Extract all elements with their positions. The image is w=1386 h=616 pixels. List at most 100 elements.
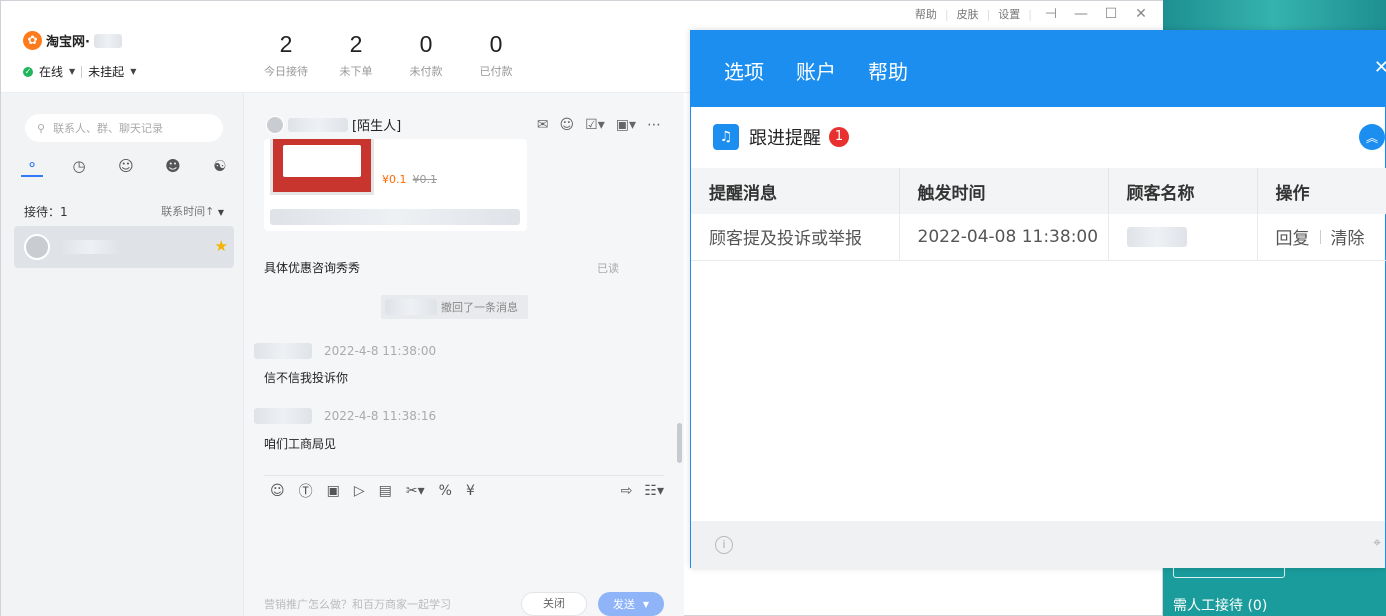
pin-icon[interactable]: ⌖: [1373, 535, 1381, 551]
stat-not-ordered[interactable]: 2 未下单: [321, 31, 391, 79]
col-time: 触发时间: [899, 168, 1109, 214]
contacts-panel: ⚲ 联系人、群、聊天记录 ⚬ ◷ ☺ ☻ ☯ 接待：1 联系时间↑ ▼ ★: [1, 93, 244, 616]
contact-item[interactable]: ★: [14, 226, 234, 268]
reminder-badge: 1: [829, 127, 849, 147]
avatar: [24, 234, 50, 260]
clear-button[interactable]: 清除: [1331, 224, 1365, 249]
status-dropdown[interactable]: 在线: [39, 63, 63, 80]
row-actions: 回复 清除: [1276, 224, 1386, 249]
caret-down-icon[interactable]: ▼: [69, 67, 75, 76]
close-icon[interactable]: ✕: [1374, 57, 1386, 78]
coupon-icon[interactable]: ¥: [466, 483, 475, 499]
sort-label: 联系时间↑: [161, 205, 215, 218]
transfer-icon[interactable]: ⇨: [621, 483, 633, 499]
follow-up-dialog: 选项 账户 帮助 ✕ ♫ 跟进提醒 1 ︽ 提醒消息 触发时间 顾客名称 操作 …: [690, 30, 1386, 568]
blurred-contact-name: [60, 240, 120, 254]
message-meta: 2022-4-8 11:38:00: [254, 343, 436, 359]
star-icon[interactable]: ★: [215, 237, 228, 255]
reminder-message: 顾客提及投诉或举报: [691, 214, 900, 261]
reminder-table: 提醒消息 触发时间 顾客名称 操作 顾客提及投诉或举报 2022-04-08 1…: [691, 168, 1386, 261]
price-current: ¥0.1: [382, 173, 407, 186]
clock-icon[interactable]: ◷: [68, 155, 90, 177]
reception-row: 接待：1 联系时间↑ ▼: [24, 203, 224, 220]
stat-value: 2: [279, 31, 293, 57]
text-format-icon[interactable]: Ⓣ: [299, 481, 313, 501]
chevron-down-icon[interactable]: ▼: [643, 600, 649, 609]
minimize-icon[interactable]: —: [1070, 6, 1092, 22]
reminder-title: 跟进提醒: [749, 128, 821, 149]
table-header-row: 提醒消息 触发时间 顾客名称 操作: [691, 168, 1386, 214]
person-icon[interactable]: ☺: [115, 155, 137, 177]
image-icon[interactable]: ▣: [327, 483, 340, 499]
more-icon[interactable]: ⋯: [647, 117, 661, 133]
manual-reception-label: 需人工接待 (0): [1173, 598, 1268, 614]
stat-paid[interactable]: 0 已付款: [461, 31, 531, 79]
table-row: 顾客提及投诉或举报 2022-04-08 11:38:00 回复 清除: [691, 214, 1386, 261]
quick-reply-icon[interactable]: ✉: [537, 117, 549, 133]
brand-name: 淘宝网·: [46, 35, 90, 50]
sort-dropdown[interactable]: 联系时间↑ ▼: [161, 203, 224, 220]
pin-icon[interactable]: ⊣: [1040, 6, 1062, 22]
divider: [81, 65, 83, 78]
product-card[interactable]: ¥0.1 ¥0.1: [264, 139, 527, 231]
menu-account[interactable]: 账户: [796, 56, 836, 85]
brand: ✿ 淘宝网·: [23, 31, 122, 50]
stat-value: 0: [419, 31, 433, 57]
dialog-menu: 选项 账户 帮助: [724, 56, 908, 85]
skin-link[interactable]: 皮肤: [957, 6, 979, 22]
info-icon[interactable]: i: [715, 536, 733, 554]
promo-tip[interactable]: 营销推广怎么做？和百万商家一起学习: [264, 596, 451, 612]
divider: |: [986, 7, 991, 21]
hang-dropdown[interactable]: 未挂起: [88, 63, 124, 80]
window-links: 帮助 | 皮肤 | 设置 | ⊣ — ☐ ✕: [915, 6, 1152, 22]
emoji-icon[interactable]: ☺: [270, 483, 285, 499]
chat-bubble-icon[interactable]: ⚬: [21, 155, 43, 177]
message-meta: 2022-4-8 11:38:16: [254, 408, 436, 424]
search-placeholder: 联系人、群、聊天记录: [53, 122, 164, 135]
menu-options[interactable]: 选项: [724, 56, 764, 85]
close-button[interactable]: 关闭: [521, 592, 587, 616]
stat-unpaid[interactable]: 0 未付款: [391, 31, 461, 79]
collapse-up-icon[interactable]: ︽: [1359, 124, 1385, 150]
send-button[interactable]: 发送 ▼: [598, 592, 664, 616]
video-icon[interactable]: ▣▾: [616, 117, 636, 133]
search-input[interactable]: ⚲ 联系人、群、聊天记录: [25, 114, 223, 142]
price-old: ¥0.1: [412, 173, 438, 186]
reply-button[interactable]: 回复: [1276, 224, 1310, 249]
message-time: 2022-4-8 11:38:00: [324, 344, 437, 358]
quick-phrase-icon[interactable]: ☷▾: [644, 483, 664, 499]
chat-title: [陌生人]: [266, 115, 401, 134]
close-icon[interactable]: ✕: [1130, 6, 1152, 22]
org-tree-icon[interactable]: ☯: [209, 155, 231, 177]
menu-help[interactable]: 帮助: [868, 56, 908, 85]
file-icon[interactable]: ▤: [379, 483, 392, 499]
settings-link[interactable]: 设置: [998, 6, 1020, 22]
col-actions: 操作: [1257, 168, 1386, 214]
read-status: 已读: [597, 262, 619, 275]
divider: [1319, 229, 1321, 244]
help-link[interactable]: 帮助: [915, 6, 937, 22]
blurred-customer-name: [288, 117, 348, 132]
status-row: ✓ 在线 ▼ 未挂起 ▼: [23, 63, 136, 80]
scissors-icon[interactable]: ✂▾: [406, 483, 425, 499]
bell-icon: ♫: [713, 124, 739, 150]
reminder-heading: ♫ 跟进提醒 1: [713, 124, 849, 150]
add-contact-icon[interactable]: ☺: [560, 117, 575, 133]
message-text: 信不信我投诉你: [264, 371, 349, 385]
divider: |: [1028, 7, 1032, 21]
stat-label: 未下单: [339, 65, 373, 78]
stat-label: 未付款: [409, 65, 443, 78]
input-toolbar: ☺ Ⓣ ▣ ▷ ▤ ✂▾ % ¥ ⇨ ☷▾: [264, 475, 664, 505]
video-play-icon[interactable]: ▷: [354, 483, 365, 499]
col-customer: 顾客名称: [1108, 168, 1258, 214]
stat-today[interactable]: 2 今日接待: [251, 31, 321, 79]
stat-label: 已付款: [479, 65, 513, 78]
divider: |: [944, 7, 949, 21]
caret-down-icon[interactable]: ▼: [130, 67, 136, 76]
discount-icon[interactable]: %: [439, 483, 452, 499]
task-check-icon[interactable]: ☑▾: [585, 117, 605, 133]
customer-name: [1108, 214, 1258, 261]
chat-scrollbar[interactable]: [677, 423, 682, 463]
maximize-icon[interactable]: ☐: [1100, 6, 1122, 22]
group-icon[interactable]: ☻: [162, 155, 184, 177]
